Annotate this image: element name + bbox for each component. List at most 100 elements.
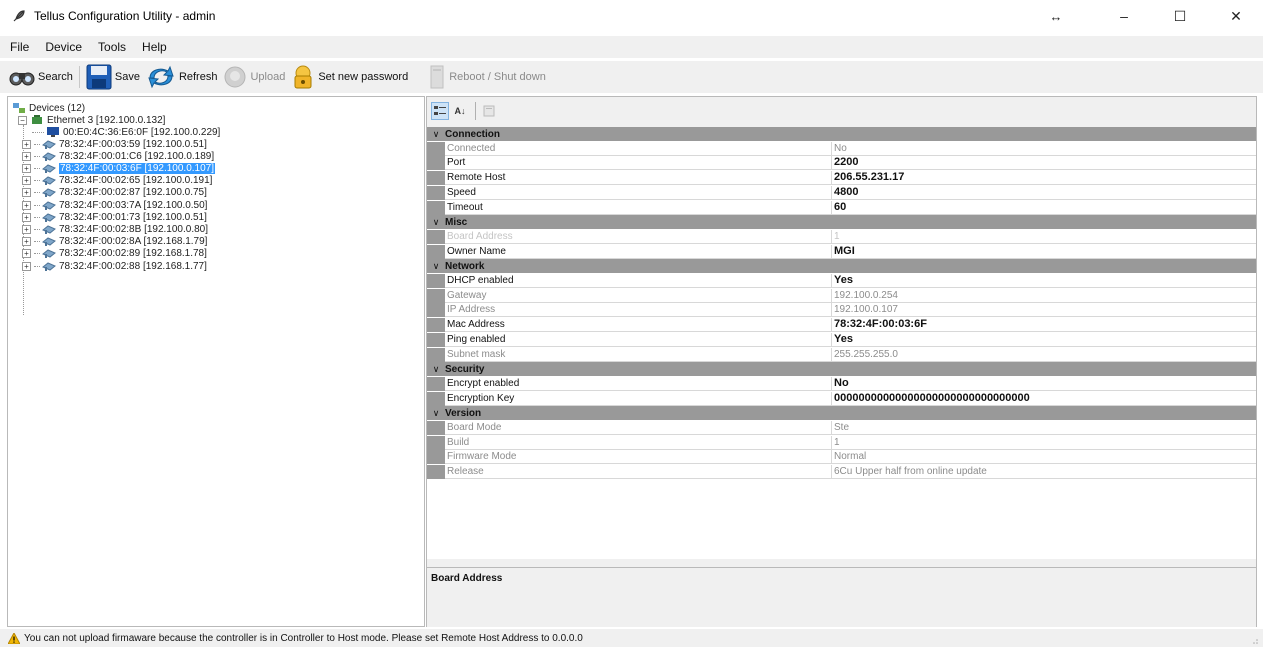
property-value[interactable]: Normal — [832, 450, 1256, 465]
floppy-disk-icon — [86, 64, 112, 90]
chevron-down-icon[interactable]: ∨ — [427, 217, 445, 228]
property-value[interactable]: MGI — [832, 244, 1256, 259]
grid-category-security[interactable]: ∨ Security — [427, 362, 1256, 377]
upload-label: Upload — [250, 71, 286, 83]
property-value[interactable]: Ste — [832, 421, 1256, 435]
expand-icon[interactable]: + — [22, 212, 31, 222]
chevron-down-icon[interactable]: ∨ — [427, 364, 445, 375]
refresh-button[interactable]: Refresh — [143, 63, 221, 91]
property-value[interactable]: 00000000000000000000000000000000 — [832, 391, 1256, 406]
menu-device[interactable]: Device — [39, 40, 88, 54]
property-value[interactable]: Yes — [832, 332, 1256, 347]
grid-property-row[interactable]: Encryption Key 00000000000000000000000000… — [427, 391, 1256, 406]
grid-property-row[interactable]: Gateway 192.100.0.254 — [427, 288, 1256, 303]
upload-button[interactable]: Upload — [220, 63, 288, 91]
menu-tools[interactable]: Tools — [92, 40, 132, 54]
close-button[interactable]: ✕ — [1213, 0, 1259, 32]
reboot-button[interactable]: Reboot / Shut down — [425, 63, 549, 91]
tree-device-label: 78:32:4F:00:02:88 [192.168.1.77] — [59, 260, 207, 272]
expand-icon[interactable]: + — [22, 237, 31, 247]
property-value[interactable]: No — [832, 376, 1256, 391]
expand-icon[interactable]: + — [22, 224, 31, 234]
collapse-icon[interactable]: − — [18, 115, 27, 125]
expand-icon[interactable]: + — [22, 188, 31, 198]
grid-category-version[interactable]: ∨ Version — [427, 406, 1256, 421]
chevron-down-icon[interactable]: ∨ — [427, 408, 445, 419]
grid-category-connection[interactable]: ∨ Connection — [427, 127, 1256, 141]
refresh-label: Refresh — [178, 71, 218, 83]
device-tree[interactable]: Devices (12) − Ethernet 3 [192.100.0.132… — [7, 96, 425, 627]
grid-property-row[interactable]: Encrypt enabled No — [427, 376, 1256, 391]
expand-icon[interactable]: + — [22, 176, 31, 186]
property-value[interactable]: 192.100.0.107 — [832, 303, 1256, 318]
grid-property-row[interactable]: Board Address 1 — [427, 229, 1256, 244]
grid-property-row[interactable]: Timeout 60 — [427, 200, 1256, 215]
grid-property-row[interactable]: Connected No — [427, 141, 1256, 156]
property-value[interactable]: Yes — [832, 274, 1256, 288]
resize-grip-icon[interactable] — [1249, 635, 1259, 645]
property-value[interactable]: 192.100.0.254 — [832, 288, 1256, 303]
property-name: Board Address — [445, 229, 832, 244]
grid-property-row[interactable]: Remote Host 206.55.231.17 — [427, 171, 1256, 186]
expand-icon[interactable]: + — [22, 163, 31, 173]
expand-icon[interactable]: + — [22, 151, 31, 161]
property-value[interactable]: 78:32:4F:00:03:6F — [832, 318, 1256, 333]
chevron-down-icon[interactable]: ∨ — [427, 129, 445, 140]
maximize-button[interactable]: ☐ — [1157, 0, 1203, 32]
chevron-down-icon[interactable]: ∨ — [427, 261, 445, 272]
expand-icon[interactable]: + — [22, 139, 31, 149]
expand-icon[interactable]: + — [22, 249, 31, 259]
property-value[interactable]: 60 — [832, 200, 1256, 215]
menu-bar: File Device Tools Help — [0, 36, 1263, 58]
device-module-icon — [42, 188, 56, 198]
save-button[interactable]: Save — [83, 63, 143, 91]
tree-device-label: 78:32:4F:00:03:7A [192.100.0.50] — [59, 199, 208, 211]
property-value[interactable]: 1 — [832, 229, 1256, 244]
reboot-label: Reboot / Shut down — [449, 71, 546, 83]
grid-property-row[interactable]: Ping enabled Yes — [427, 332, 1256, 347]
device-module-icon — [42, 152, 56, 161]
grid-property-row[interactable]: DHCP enabled Yes — [427, 274, 1256, 288]
tree-connector — [34, 167, 40, 169]
upload-globe-icon — [224, 66, 246, 88]
property-value[interactable]: No — [832, 141, 1256, 156]
save-label: Save — [114, 71, 140, 83]
search-button[interactable]: Search — [6, 63, 76, 91]
grid-category-misc[interactable]: ∨ Misc — [427, 215, 1256, 230]
property-value[interactable]: 2200 — [832, 156, 1256, 171]
tree-device-label: 78:32:4F:00:02:89 [192.168.1.78] — [59, 248, 207, 260]
categorized-view-icon[interactable] — [431, 102, 449, 120]
grid-property-row[interactable]: Subnet mask 255.255.255.0 — [427, 347, 1256, 362]
property-value[interactable]: 4800 — [832, 185, 1256, 200]
expand-icon[interactable]: + — [22, 261, 31, 271]
minimize-button[interactable]: – — [1101, 0, 1147, 32]
grid-category-network[interactable]: ∨ Network — [427, 259, 1256, 274]
menu-file[interactable]: File — [4, 40, 35, 54]
grid-property-row[interactable]: Port 2200 — [427, 156, 1256, 171]
category-label: Version — [445, 407, 482, 419]
resize-icon[interactable]: ↔ — [1041, 0, 1071, 32]
property-name: Mac Address — [445, 318, 832, 333]
tree-device-item[interactable]: +78:32:4F:00:02:88 [192.168.1.77] — [22, 259, 207, 273]
grid-property-row[interactable]: Speed 4800 — [427, 185, 1256, 200]
grid-property-row[interactable]: IP Address 192.100.0.107 — [427, 303, 1256, 318]
grid-property-row[interactable]: Build 1 — [427, 435, 1256, 450]
expand-icon[interactable]: + — [22, 200, 31, 210]
property-value[interactable]: 6Cu Upper half from online update — [832, 465, 1256, 480]
alphabetical-sort-icon[interactable]: A↓ — [451, 102, 469, 120]
set-password-button[interactable]: Set new password — [288, 63, 411, 91]
property-name: Release — [445, 465, 832, 480]
property-value[interactable]: 206.55.231.17 — [832, 171, 1256, 186]
tree-connector — [34, 155, 40, 157]
property-pages-icon[interactable] — [480, 102, 498, 120]
toolbar-separator — [78, 66, 80, 88]
property-value[interactable]: 1 — [832, 435, 1256, 450]
grid-property-row[interactable]: Owner Name MGI — [427, 244, 1256, 259]
grid-property-row[interactable]: Mac Address 78:32:4F:00:03:6F — [427, 318, 1256, 333]
grid-property-row[interactable]: Release 6Cu Upper half from online update — [427, 465, 1256, 480]
property-name: Subnet mask — [445, 347, 832, 362]
menu-help[interactable]: Help — [136, 40, 173, 54]
property-value[interactable]: 255.255.255.0 — [832, 347, 1256, 362]
grid-property-row[interactable]: Board Mode Ste — [427, 421, 1256, 435]
grid-property-row[interactable]: Firmware Mode Normal — [427, 450, 1256, 465]
